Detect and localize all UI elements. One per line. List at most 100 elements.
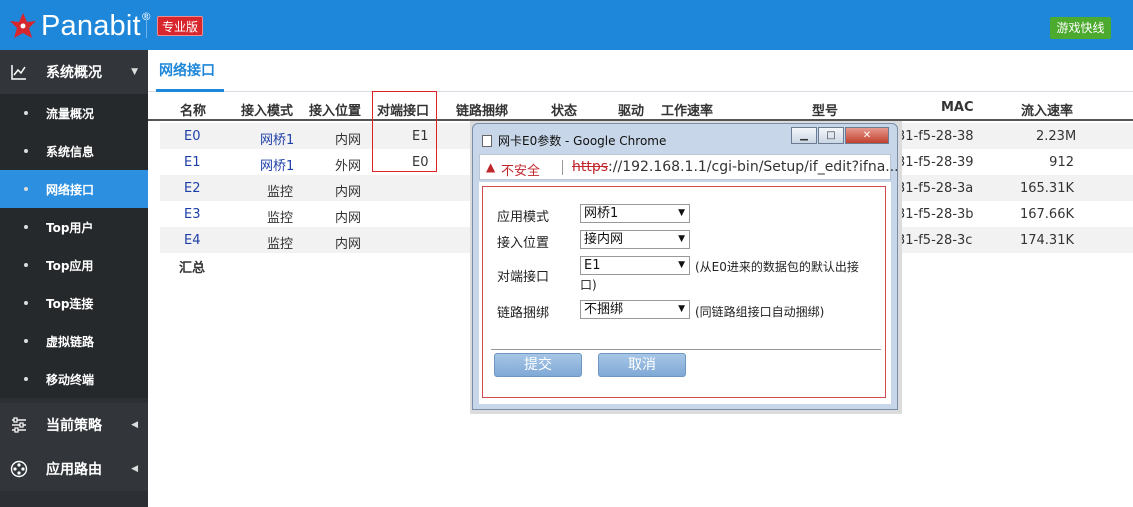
iface-mode-link[interactable]: 网桥1 (260, 155, 294, 174)
insecure-label: 不安全 (501, 164, 541, 179)
tab-network-interface[interactable]: 网络接口 (159, 60, 215, 80)
sidebar-item-label: 系统信息 (46, 144, 95, 159)
iface-name-link[interactable]: E0 (184, 129, 201, 144)
iface-position: 内网 (335, 237, 362, 252)
warning-icon: ▲ (486, 160, 496, 174)
column-header[interactable]: 工作速率 (661, 100, 713, 119)
sidebar-item-top-connections[interactable]: Top连接 (0, 284, 148, 322)
mode-label: 应用模式 (497, 210, 550, 225)
sliders-icon (12, 417, 26, 433)
peer-hint: (从E0进来的数据包的默认出接 (695, 260, 859, 274)
minimize-button[interactable]: ▁ (791, 127, 817, 144)
column-header[interactable]: 流入速率 (1021, 100, 1073, 119)
sidebar-item-network-interface[interactable]: 网络接口 (0, 170, 148, 208)
maximize-button[interactable]: □ (818, 127, 844, 144)
iface-in-rate: 167.66K (1019, 207, 1074, 222)
sidebar-item-label: 虚拟链路 (46, 334, 95, 349)
route-icon (10, 460, 28, 478)
edition-badge: 专业版 (157, 16, 204, 36)
panabit-logo[interactable]: Panabit ® (8, 8, 152, 44)
caret-left-icon: ◀ (131, 464, 138, 474)
sidebar: 系统概况 ▼ 流量概况 系统信息 网络接口 Top用户 Top应用 Top连接 … (0, 50, 148, 507)
column-header[interactable]: 接入位置 (309, 100, 361, 119)
column-header[interactable]: 型号 (812, 100, 838, 119)
column-header[interactable]: 驱动 (618, 100, 644, 119)
tab-divider (148, 91, 1133, 92)
iface-position: 内网 (335, 211, 362, 226)
caret-down-icon: ▼ (131, 67, 138, 77)
bind-select-value: 不捆绑 (584, 302, 624, 317)
sidebar-section-label: 系统概况 (46, 65, 102, 81)
sidebar-item-label: 流量概况 (46, 106, 95, 121)
mode-select-value: 网桥1 (584, 206, 619, 221)
table-header: 名称 接入模式 接入位置 对端接口 链路捆绑 状态 驱动 工作速率 型号 MAC… (148, 94, 1133, 121)
iface-in-rate: 174.31K (1019, 233, 1074, 248)
iface-mac: 31-f5-28-38 (897, 129, 974, 144)
cancel-button[interactable]: 取消 (598, 353, 686, 377)
iface-edit-window: 网卡E0参数 - Google Chrome ▁ □ ✕ ▲ 不安全 https… (472, 123, 899, 410)
bullet-icon (24, 187, 28, 191)
bullet-icon (24, 301, 28, 305)
sidebar-item-mobile-terminals[interactable]: 移动终端 (0, 360, 148, 398)
sidebar-item-virtual-links[interactable]: 虚拟链路 (0, 322, 148, 360)
url-scheme: https (572, 159, 609, 175)
iface-mac: 31-f5-28-3c (897, 233, 973, 248)
sidebar-section-policy[interactable]: 当前策略 ◀ (0, 403, 148, 447)
sidebar-section-route[interactable]: 应用路由 ◀ (0, 447, 148, 491)
position-label: 接入位置 (497, 236, 550, 251)
logo-text: Panabit (41, 9, 141, 42)
iface-name-link[interactable]: E3 (184, 207, 201, 222)
address-bar[interactable]: ▲ 不安全 https://192.168.1.1/cgi-bin/Setup/… (479, 154, 899, 180)
bind-select[interactable]: 不捆绑 ▼ (580, 300, 690, 319)
peer-hint-cont: 口) (580, 278, 597, 292)
window-title-text: 网卡E0参数 - Google Chrome (498, 134, 667, 148)
iface-in-rate: 912 (1049, 155, 1074, 170)
sidebar-item-label: Top用户 (46, 220, 94, 235)
page-icon (482, 134, 492, 147)
dropdown-arrow-icon: ▼ (678, 234, 685, 244)
column-header[interactable]: 名称 (180, 100, 206, 119)
sidebar-item-sysinfo[interactable]: 系统信息 (0, 132, 148, 170)
iface-in-rate: 2.23M (1036, 129, 1077, 144)
window-title[interactable]: 网卡E0参数 - Google Chrome (482, 132, 666, 149)
sidebar-item-traffic[interactable]: 流量概况 (0, 94, 148, 132)
iface-name-link[interactable]: E4 (184, 233, 201, 248)
iface-in-rate: 165.31K (1019, 181, 1074, 196)
peer-select[interactable]: E1 ▼ (580, 256, 690, 275)
column-header[interactable]: MAC (941, 100, 974, 115)
address-divider (562, 160, 563, 175)
close-button[interactable]: ✕ (845, 127, 889, 144)
sidebar-item-top-apps[interactable]: Top应用 (0, 246, 148, 284)
bullet-icon (24, 111, 28, 115)
sidebar-item-label: 网络接口 (46, 182, 95, 197)
column-header[interactable]: 链路捆绑 (456, 100, 508, 119)
dropdown-arrow-icon: ▼ (678, 260, 685, 270)
bind-hint: (同链路组接口自动捆绑) (695, 305, 825, 319)
mode-select[interactable]: 网桥1 ▼ (580, 204, 690, 223)
sidebar-section-label: 当前策略 (46, 418, 102, 434)
iface-mac: 31-f5-28-39 (897, 155, 974, 170)
url-text: https://192.168.1.1/cgi-bin/Setup/if_edi… (572, 159, 899, 175)
sidebar-item-top-users[interactable]: Top用户 (0, 208, 148, 246)
form-box: 应用模式 网桥1 ▼ 接入位置 接内网 ▼ 对端接口 E1 ▼ (从E0进来的数据包的… (482, 186, 886, 398)
sidebar-section-overview[interactable]: 系统概况 ▼ (0, 50, 148, 94)
form-divider (491, 349, 881, 350)
form-area: 应用模式 网桥1 ▼ 接入位置 接内网 ▼ 对端接口 E1 ▼ (从E0进来的数据包的… (479, 182, 891, 404)
top-header: Panabit ® 专业版 游戏快线 (0, 0, 1133, 50)
bullet-icon (24, 263, 28, 267)
submit-button[interactable]: 提交 (494, 353, 582, 377)
column-header[interactable]: 状态 (551, 100, 577, 119)
position-select[interactable]: 接内网 ▼ (580, 230, 690, 249)
game-express-button[interactable]: 游戏快线 (1050, 17, 1111, 39)
dropdown-arrow-icon: ▼ (678, 208, 685, 218)
iface-name-link[interactable]: E1 (184, 155, 201, 170)
iface-name-link[interactable]: E2 (184, 181, 201, 196)
bullet-icon (24, 149, 28, 153)
sidebar-section-label: 应用路由 (46, 462, 102, 478)
iface-mode-link[interactable]: 网桥1 (260, 129, 294, 148)
column-header[interactable]: 接入模式 (241, 100, 293, 119)
bullet-icon (24, 225, 28, 229)
active-tab-indicator (156, 89, 224, 92)
peer-select-value: E1 (584, 258, 601, 273)
sidebar-item-label: Top连接 (46, 296, 94, 311)
